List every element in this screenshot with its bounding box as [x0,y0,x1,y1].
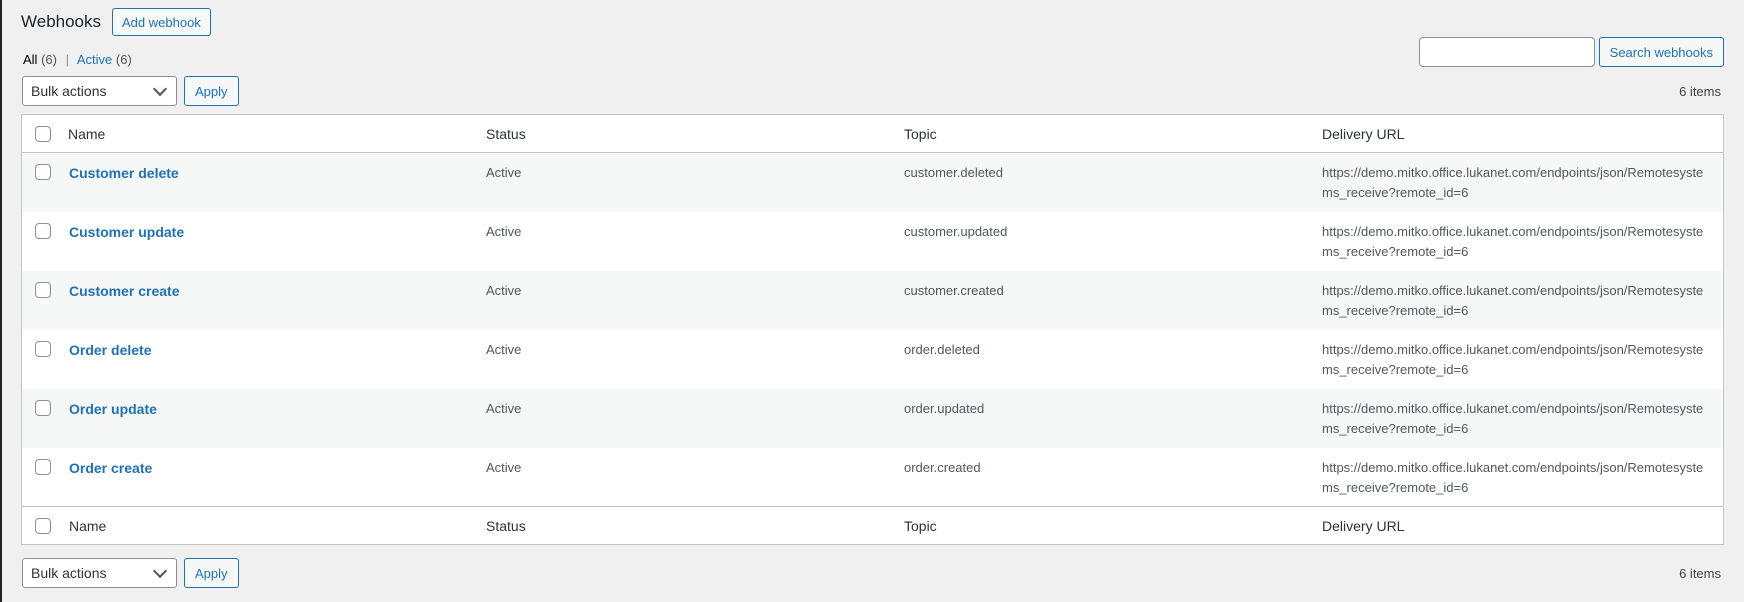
webhook-delivery-url: https://demo.mitko.office.lukanet.com/en… [1322,341,1704,377]
apply-button[interactable]: Apply [184,558,239,588]
webhook-status: Active [486,341,522,357]
webhook-delivery-url: https://demo.mitko.office.lukanet.com/en… [1322,282,1704,318]
status-filters: All (6) | Active (6) [23,51,132,69]
select-all-checkbox[interactable] [35,125,51,142]
webhook-name-link[interactable]: Order delete [69,342,151,358]
column-footer-topic: Topic [904,517,937,534]
bulk-actions-select[interactable]: Bulk actions [22,558,177,588]
column-header-status: Status [486,125,526,142]
webhook-delivery-url: https://demo.mitko.office.lukanet.com/en… [1322,165,1704,200]
bulk-actions-label: Bulk actions [31,83,107,99]
webhook-topic: customer.created [904,282,1004,298]
webhook-name-link[interactable]: Customer update [69,224,184,240]
webhook-name-link[interactable]: Customer delete [69,165,179,181]
row-checkbox[interactable] [35,458,51,475]
add-webhook-button[interactable]: Add webhook [112,8,211,36]
row-checkbox-cell [22,271,68,330]
column-footer-name: Name [69,517,107,534]
bulk-actions-select[interactable]: Bulk actions [22,76,177,106]
select-all-cell [22,115,68,153]
column-footer-status: Status [486,517,526,534]
table-row: Order delete Active order.deleted https:… [22,330,1723,389]
webhook-delivery-url: https://demo.mitko.office.lukanet.com/en… [1322,459,1704,495]
row-checkbox-cell [22,153,68,212]
webhook-status: Active [486,165,522,180]
filter-active-count: (6) [115,52,132,67]
filter-all-count: (6) [41,52,57,67]
table-row: Customer delete Active customer.deleted … [22,152,1723,212]
row-checkbox[interactable] [35,340,51,357]
table-row: Order update Active order.updated https:… [22,388,1723,448]
row-checkbox[interactable] [35,222,51,239]
row-checkbox[interactable] [35,399,51,416]
search-webhooks-button[interactable]: Search webhooks [1598,37,1724,67]
admin-sidebar-edge [0,0,2,602]
webhook-topic: order.created [904,459,981,475]
items-count: 6 items [1679,83,1721,99]
select-all-cell [22,507,68,545]
tablenav-bottom: Bulk actions Apply 6 items [22,558,1724,588]
row-checkbox[interactable] [35,281,51,298]
chevron-down-icon [152,81,168,96]
table-header-row: Name Status Topic Delivery URL [22,115,1723,153]
filter-separator: | [65,52,69,67]
select-all-checkbox[interactable] [35,517,51,534]
bulk-actions-label: Bulk actions [31,565,107,581]
webhook-delivery-url: https://demo.mitko.office.lukanet.com/en… [1322,223,1704,259]
webhook-status: Active [486,400,522,416]
row-checkbox-cell [22,448,68,507]
webhook-status: Active [486,223,522,239]
items-count: 6 items [1679,565,1721,581]
column-footer-delivery-url: Delivery URL [1322,517,1405,534]
row-checkbox-cell [22,330,68,389]
search-input[interactable] [1418,37,1595,67]
webhook-topic: order.updated [904,400,985,416]
webhook-delivery-url: https://demo.mitko.office.lukanet.com/en… [1322,400,1704,436]
table-row: Customer update Active customer.updated … [22,212,1723,271]
webhook-name-link[interactable]: Customer create [69,283,180,299]
tablenav-top: Bulk actions Apply 6 items [22,76,1724,106]
row-checkbox-cell [22,389,68,448]
table-footer-row: Name Status Topic Delivery URL [22,506,1723,545]
table-row: Order create Active order.created https:… [22,448,1723,507]
webhook-name-link[interactable]: Order create [69,460,152,476]
column-header-name: Name [68,125,106,142]
webhooks-table: Name Status Topic Delivery URL Customer … [21,114,1724,545]
webhook-name-link[interactable]: Order update [69,401,157,417]
table-row: Customer create Active customer.created … [22,270,1723,330]
webhook-status: Active [486,282,522,298]
apply-button[interactable]: Apply [184,76,239,106]
search-box: Search webhooks [1418,37,1724,67]
webhook-topic: customer.updated [904,223,1008,239]
filter-all[interactable]: All [23,52,37,67]
row-checkbox-cell [22,212,68,271]
webhook-topic: customer.deleted [904,165,1004,180]
column-header-delivery-url: Delivery URL [1322,125,1405,142]
row-checkbox[interactable] [35,164,51,180]
page-header: Webhooks Add webhook [21,8,211,36]
webhook-status: Active [486,459,522,475]
filter-active-link[interactable]: Active [77,52,112,67]
column-header-topic: Topic [904,125,937,142]
page-title: Webhooks [21,12,102,31]
webhook-topic: order.deleted [904,341,980,357]
chevron-down-icon [152,563,168,578]
